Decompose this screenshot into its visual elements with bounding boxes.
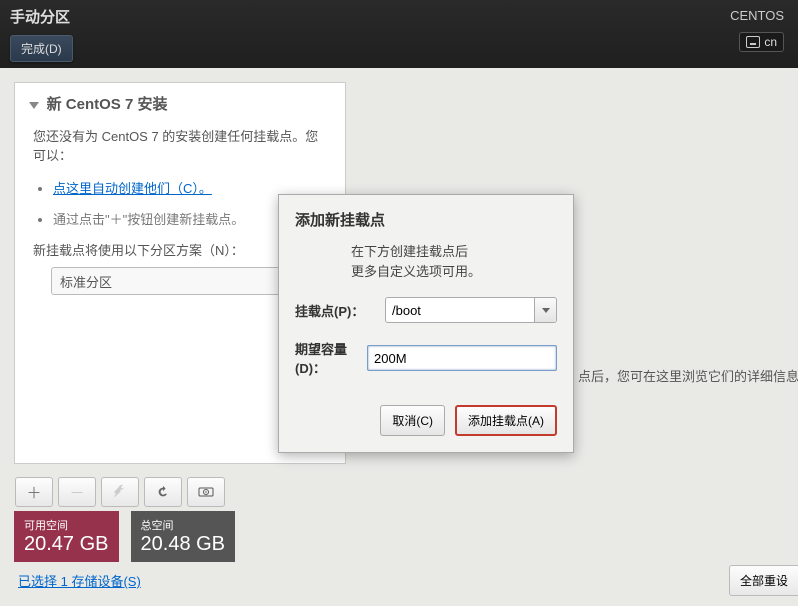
configure-button[interactable] xyxy=(101,477,139,507)
scheme-value: 标准分区 xyxy=(60,272,112,291)
mount-label: 挂载点(P)： xyxy=(295,301,377,320)
detail-hint: 点后，您可在这里浏览它们的详细信息。 xyxy=(578,366,798,385)
dialog-title: 添加新挂载点 xyxy=(295,209,557,230)
add-mount-button[interactable]: 添加挂载点(A) xyxy=(455,405,557,436)
add-mount-dialog: 添加新挂载点 在下方创建挂载点后 更多自定义选项可用。 挂载点(P)： /boo… xyxy=(278,194,574,453)
combo-dropdown-button[interactable] xyxy=(534,298,556,322)
reset-all-button[interactable]: 全部重设 xyxy=(729,565,798,596)
storage-summary: 可用空间 20.47 GB 总空间 20.48 GB xyxy=(14,511,235,562)
intro-text: 您还没有为 CentOS 7 的安装创建任何挂载点。您可以： xyxy=(33,126,331,164)
add-partition-button[interactable]: ＋ xyxy=(15,477,53,507)
total-label: 总空间 xyxy=(141,517,226,533)
size-label: 期望容量(D)： xyxy=(295,339,359,377)
dialog-desc: 在下方创建挂载点后 更多自定义选项可用。 xyxy=(351,242,557,281)
reload-icon xyxy=(156,485,170,499)
chevron-down-icon xyxy=(29,102,39,109)
panel-header[interactable]: 新 CentOS 7 安装 xyxy=(29,93,331,114)
mount-point-combo[interactable]: /boot xyxy=(385,297,557,323)
avail-space-box: 可用空间 20.47 GB xyxy=(14,511,119,562)
selected-devices-link[interactable]: 已选择 1 存储设备(S) xyxy=(18,571,141,590)
product-label: CENTOS xyxy=(730,8,784,23)
auto-create-link[interactable]: 点这里自动创建他们（C）。 xyxy=(53,181,212,196)
header: 手动分区 完成(D) CENTOS cn xyxy=(0,0,798,68)
wrench-icon xyxy=(112,484,128,500)
kb-layout-label: cn xyxy=(764,35,777,49)
chevron-down-icon xyxy=(542,308,550,313)
done-button[interactable]: 完成(D) xyxy=(10,35,73,62)
dialog-actions: 取消(C) 添加挂载点(A) xyxy=(295,405,557,436)
total-space-box: 总空间 20.48 GB xyxy=(131,511,236,562)
page-title: 手动分区 xyxy=(10,6,788,27)
total-value: 20.48 GB xyxy=(141,533,226,555)
disk-icon xyxy=(198,485,214,499)
avail-value: 20.47 GB xyxy=(24,533,109,555)
header-right: CENTOS cn xyxy=(730,8,784,52)
manual-hint: 通过点击"＋"按钮创建新挂载点。 xyxy=(53,212,244,227)
mount-point-value: /boot xyxy=(386,298,534,322)
partition-toolbar: ＋ － xyxy=(15,477,225,507)
desired-capacity-input[interactable] xyxy=(367,345,557,371)
keyboard-indicator[interactable]: cn xyxy=(739,32,784,52)
avail-label: 可用空间 xyxy=(24,517,109,533)
keyboard-icon xyxy=(746,36,760,48)
reload-button[interactable] xyxy=(144,477,182,507)
cancel-button[interactable]: 取消(C) xyxy=(380,405,445,436)
panel-title: 新 CentOS 7 安装 xyxy=(47,96,168,113)
disk-info-button[interactable] xyxy=(187,477,225,507)
remove-partition-button[interactable]: － xyxy=(58,477,96,507)
